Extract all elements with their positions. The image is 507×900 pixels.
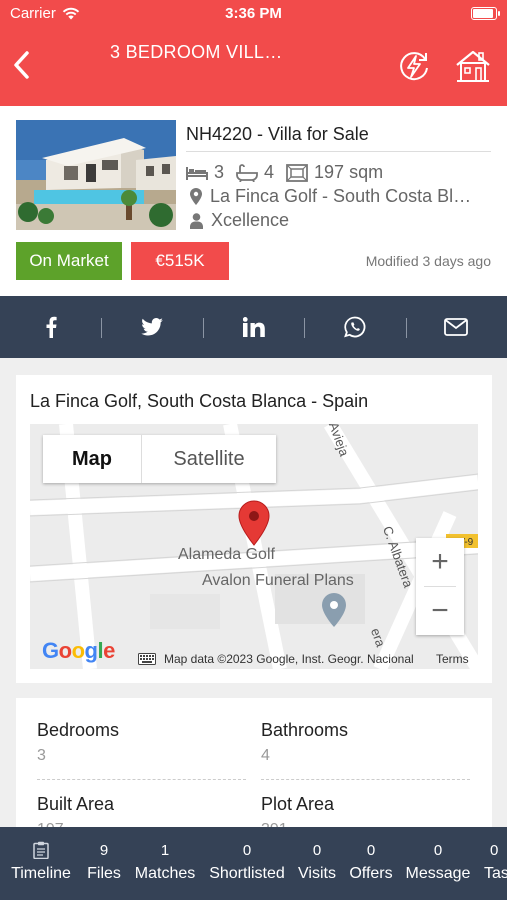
detail-value: 4 xyxy=(261,747,270,764)
detail-value: 3 xyxy=(37,747,46,764)
detail-bathrooms: Bathrooms 4 xyxy=(261,720,348,765)
map-card: La Finca Golf, South Costa Blanca - Spai… xyxy=(16,375,492,683)
share-bar xyxy=(0,296,507,358)
tab-count: 0 xyxy=(490,842,499,859)
property-card: NH4220 - Villa for Sale 3 4 197 sqm La F… xyxy=(0,106,507,296)
status-badge[interactable]: On Market xyxy=(16,242,122,280)
map-pin-icon[interactable] xyxy=(237,500,271,546)
tab-visits[interactable]: 0 Visits xyxy=(294,827,340,900)
chevron-left-icon xyxy=(14,51,29,79)
zoom-out-button[interactable]: − xyxy=(416,587,464,635)
tab-label: Tas xyxy=(484,865,507,882)
bedrooms-count: 3 xyxy=(214,162,225,182)
area-value: 197 sqm xyxy=(314,162,384,182)
property-specs: 3 4 197 sqm xyxy=(186,162,383,183)
map-location-title: La Finca Golf, South Costa Blanca - Spai… xyxy=(30,391,369,411)
tab-count: 0 xyxy=(366,842,376,859)
clipboard-icon xyxy=(33,841,49,859)
tab-count: 0 xyxy=(312,842,322,859)
flash-sync-icon xyxy=(400,52,428,81)
keyboard-icon[interactable] xyxy=(138,653,156,665)
tab-count: 0 xyxy=(433,842,443,859)
poi-marker-icon[interactable] xyxy=(321,592,347,628)
whatsapp-icon xyxy=(344,316,366,338)
details-card: Bedrooms 3 Bathrooms 4 Built Area 197 Pl… xyxy=(16,698,492,838)
house-button[interactable] xyxy=(454,48,492,84)
status-time: 3:36 PM xyxy=(225,5,282,22)
tab-label: Message xyxy=(405,865,471,882)
location-text: La Finca Golf - South Costa Bl… xyxy=(210,186,472,206)
bottom-tab-bar: Timeline 9 Files 1 Matches 0 Shortlisted… xyxy=(0,827,507,900)
tab-shortlisted[interactable]: 0 Shortlisted xyxy=(204,827,290,900)
agent-name: Xcellence xyxy=(211,210,290,230)
status-bar: Carrier 3:36 PM xyxy=(0,0,507,30)
map-type-satellite-button[interactable]: Satellite xyxy=(142,435,276,483)
twitter-icon xyxy=(141,318,163,336)
map-type-map-button[interactable]: Map xyxy=(43,435,142,483)
detail-divider xyxy=(37,779,246,780)
detail-divider xyxy=(261,779,470,780)
share-linkedin-button[interactable] xyxy=(202,296,304,358)
detail-label: Bedrooms xyxy=(37,720,120,740)
zoom-controls: + − xyxy=(416,538,464,635)
zoom-in-button[interactable]: + xyxy=(416,538,464,586)
tab-label: Offers xyxy=(349,865,393,882)
floor-plan-icon xyxy=(286,163,308,182)
map-terms-link[interactable]: Terms xyxy=(436,652,469,666)
map-type-toggle: Map Satellite xyxy=(43,435,276,483)
nav-bar: 3 BEDROOM VILL… xyxy=(0,30,507,106)
map-marker-icon xyxy=(190,188,202,205)
sync-button[interactable] xyxy=(396,48,432,84)
email-icon xyxy=(444,318,469,336)
tab-message[interactable]: 0 Message xyxy=(402,827,474,900)
linkedin-icon xyxy=(242,317,265,337)
user-icon xyxy=(190,212,203,229)
facebook-icon xyxy=(46,316,57,338)
share-email-button[interactable] xyxy=(405,296,507,358)
map-view[interactable]: CV-9 Map Satellite Alameda Golf Avalon F… xyxy=(30,424,478,669)
tab-offers[interactable]: 0 Offers xyxy=(344,827,398,900)
map-data-credit: Map data ©2023 Google, Inst. Geogr. Naci… xyxy=(164,652,414,666)
title-divider xyxy=(186,151,491,152)
map-place-label: Alameda Golf xyxy=(178,546,275,563)
property-photo[interactable] xyxy=(16,120,176,230)
share-twitter-button[interactable] xyxy=(101,296,202,358)
location-row: La Finca Golf - South Costa Bl… xyxy=(190,186,490,207)
tab-timeline[interactable]: Timeline xyxy=(4,827,78,900)
property-title: NH4220 - Villa for Sale xyxy=(186,124,369,144)
share-facebook-button[interactable] xyxy=(0,296,101,358)
google-logo: Google xyxy=(42,638,115,663)
tab-label: Matches xyxy=(134,865,196,882)
detail-label: Plot Area xyxy=(261,794,335,814)
tab-label: Files xyxy=(87,865,121,882)
tab-count: 1 xyxy=(160,842,170,859)
detail-label: Built Area xyxy=(37,794,115,814)
map-poi-label: Avalon Funeral Plans xyxy=(202,572,354,589)
map-credits: Map data ©2023 Google, Inst. Geogr. Naci… xyxy=(138,652,414,666)
share-whatsapp-button[interactable] xyxy=(304,296,405,358)
tab-count: 9 xyxy=(99,842,109,859)
detail-label: Bathrooms xyxy=(261,720,349,740)
house-icon xyxy=(456,50,490,82)
tab-matches[interactable]: 1 Matches xyxy=(132,827,198,900)
page-title: 3 BEDROOM VILL… xyxy=(110,42,283,62)
tab-tasks[interactable]: 0 Tas xyxy=(478,827,507,900)
modified-timestamp: Modified 3 days ago xyxy=(365,253,491,269)
bath-icon xyxy=(236,163,258,182)
price-badge[interactable]: €515K xyxy=(131,242,229,280)
tab-label: Shortlisted xyxy=(209,865,285,882)
tab-label: Visits xyxy=(298,865,336,882)
tab-count: 0 xyxy=(242,842,252,859)
agent-row: Xcellence xyxy=(190,210,289,231)
tab-files[interactable]: 9 Files xyxy=(82,827,126,900)
bed-icon xyxy=(186,166,208,180)
detail-bedrooms: Bedrooms 3 xyxy=(37,720,119,765)
back-button[interactable] xyxy=(10,50,36,80)
tab-label: Timeline xyxy=(11,865,71,882)
bathrooms-count: 4 xyxy=(264,162,275,182)
battery-icon xyxy=(471,7,500,20)
